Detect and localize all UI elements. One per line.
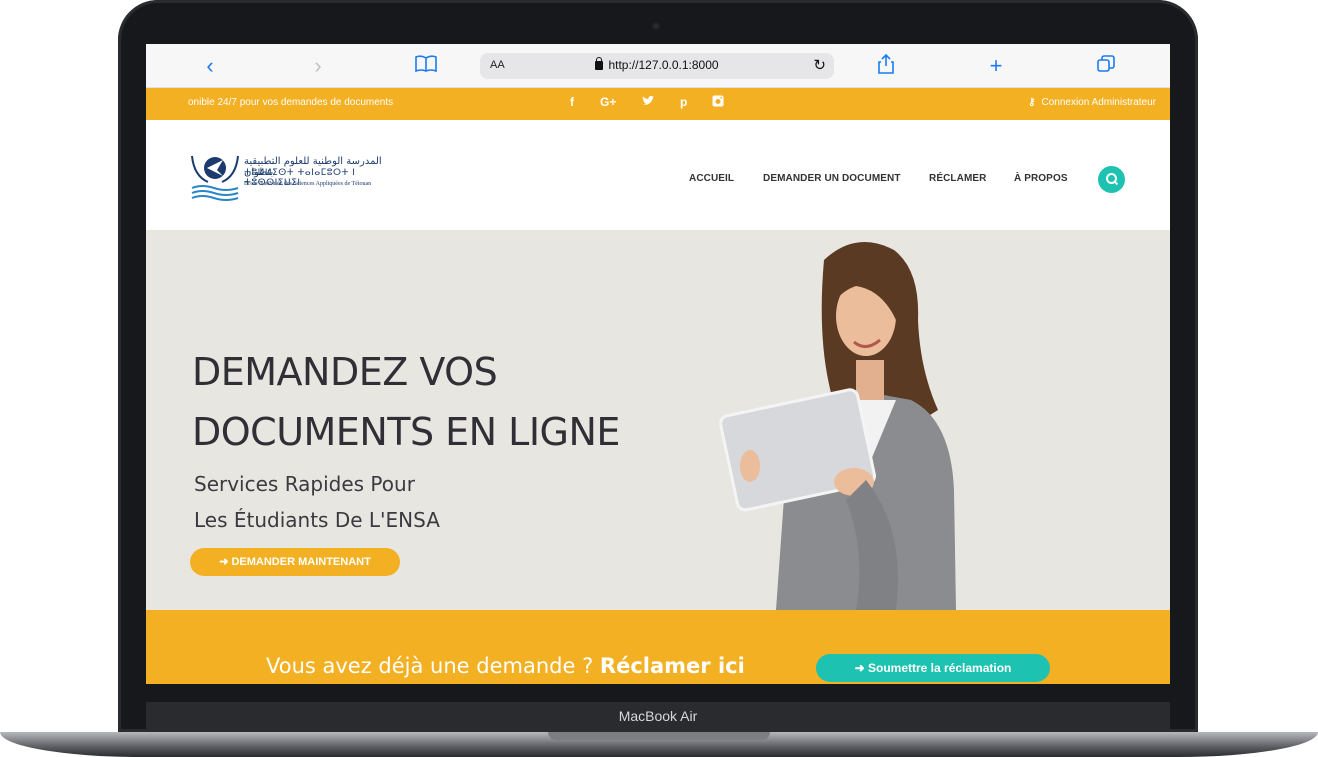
pinterest-icon[interactable]: p xyxy=(680,95,687,109)
reclamation-strong: Réclamer ici xyxy=(599,654,745,678)
admin-login-label: Connexion Administrateur xyxy=(1041,97,1156,108)
request-now-label: DEMANDER MAINTENANT xyxy=(231,556,371,568)
nav-reclamer[interactable]: RÉCLAMER xyxy=(929,173,986,184)
nav-demander-document[interactable]: DEMANDER UN DOCUMENT xyxy=(763,173,901,184)
address-bar[interactable]: AA http://127.0.0.1:8000 ↻ xyxy=(480,53,834,79)
reclamation-question: Vous avez déjà une demande ? xyxy=(266,654,594,678)
submit-reclamation-label: Soumettre la réclamation xyxy=(868,661,1012,675)
search-icon[interactable] xyxy=(1098,166,1125,193)
hero-subtitle-line-2: Les Étudiants De L'ENSA xyxy=(194,508,440,532)
device-label: MacBook Air xyxy=(618,708,698,724)
nav-accueil[interactable]: ACCUEIL xyxy=(689,173,734,184)
instagram-icon[interactable] xyxy=(712,95,724,110)
arrow-right-icon: ➜ xyxy=(219,556,229,568)
nav-a-propos[interactable]: À PROPOS xyxy=(1014,173,1068,184)
request-now-button[interactable]: ➜ DEMANDER MAINTENANT xyxy=(190,548,400,576)
share-icon[interactable] xyxy=(872,53,900,78)
hero-title-line-2: DOCUMENTS EN LIGNE xyxy=(192,410,620,454)
stage: ‹ › AA http://127.0.0.1:8000 ↻ + onible xyxy=(0,0,1318,757)
hero-section: DEMANDEZ VOS DOCUMENTS EN LIGNE Services… xyxy=(146,230,1170,610)
screen-bottom-bezel: MacBook Air xyxy=(146,702,1170,732)
site-header: المدرسة الوطنية للعلوم التطبيقية بتطوان … xyxy=(146,120,1170,230)
logo-mark-icon xyxy=(191,155,239,201)
key-icon: ⚷ xyxy=(1028,97,1036,108)
url-text: http://127.0.0.1:8000 xyxy=(608,58,719,72)
chevron-left-icon[interactable]: ‹ xyxy=(196,54,224,78)
url-display: http://127.0.0.1:8000 xyxy=(480,57,834,72)
camera-icon xyxy=(652,22,660,30)
book-icon[interactable] xyxy=(412,54,440,78)
hero-subtitle-line-1: Services Rapides Pour xyxy=(194,472,415,496)
top-info-bar: onible 24/7 pour vos demandes de documen… xyxy=(146,88,1170,120)
admin-login-link[interactable]: ⚷ Connexion Administrateur xyxy=(1028,97,1156,108)
school-logo[interactable]: المدرسة الوطنية للعلوم التطبيقية بتطوان … xyxy=(190,146,410,202)
tabs-icon[interactable] xyxy=(1092,54,1120,78)
facebook-icon[interactable]: f xyxy=(570,95,574,109)
submit-reclamation-button[interactable]: ➜ Soumettre la réclamation xyxy=(816,654,1050,682)
hero-title-line-1: DEMANDEZ VOS xyxy=(192,350,498,394)
twitter-icon[interactable] xyxy=(642,95,654,109)
hero-title: DEMANDEZ VOS DOCUMENTS EN LIGNE xyxy=(192,342,620,462)
logo-french-text: Ecole Nationale des Sciences Appliquées … xyxy=(244,181,372,187)
chevron-right-icon[interactable]: › xyxy=(304,54,332,78)
lock-icon xyxy=(595,57,604,70)
availability-notice: onible 24/7 pour vos demandes de documen… xyxy=(188,97,394,108)
plus-icon[interactable]: + xyxy=(982,54,1010,78)
google-plus-icon[interactable]: G+ xyxy=(600,95,616,109)
student-with-tablet-image xyxy=(719,242,956,610)
reclamation-prompt: Vous avez déjà une demande ? Réclamer ic… xyxy=(266,654,745,678)
reload-icon[interactable]: ↻ xyxy=(813,56,826,74)
laptop-hinge-notch xyxy=(548,732,770,740)
hero-subtitle: Services Rapides Pour Les Étudiants De L… xyxy=(194,466,440,538)
laptop-screen: ‹ › AA http://127.0.0.1:8000 ↻ + onible xyxy=(146,44,1170,684)
reclamation-band: Vous avez déjà une demande ? Réclamer ic… xyxy=(146,610,1170,684)
browser-toolbar: ‹ › AA http://127.0.0.1:8000 ↻ + xyxy=(146,44,1170,88)
arrow-right-icon: ➜ xyxy=(854,661,865,675)
